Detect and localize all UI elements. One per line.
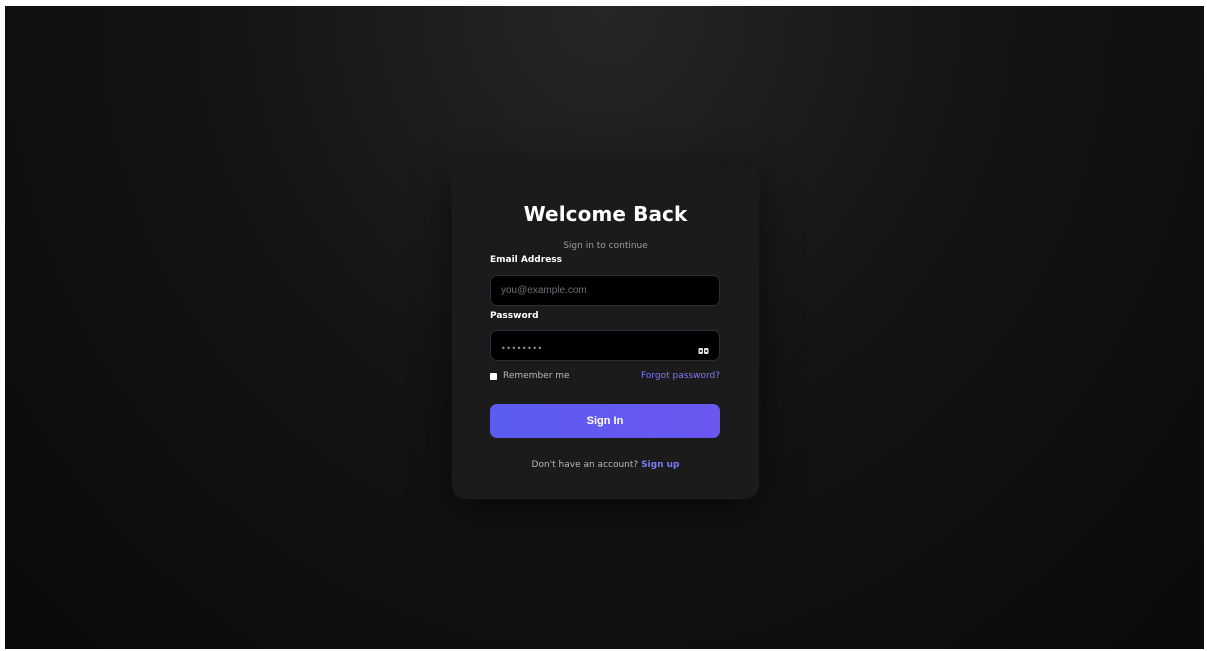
login-card: Welcome Back Sign in to continue Email A…	[452, 166, 759, 499]
page-background: Welcome Back Sign in to continue Email A…	[5, 6, 1204, 649]
password-value: ••••••••	[501, 344, 543, 353]
remember-forgot-row: Remember me Forgot password?	[490, 371, 720, 385]
signup-row: Don't have an account? Sign up	[452, 460, 759, 470]
signup-prompt: Don't have an account?	[531, 460, 642, 470]
password-label: Password	[490, 311, 539, 321]
email-field[interactable]	[490, 275, 720, 306]
remember-checkbox[interactable]	[490, 373, 497, 380]
email-label: Email Address	[490, 255, 563, 265]
page-subtitle: Sign in to continue	[563, 241, 648, 251]
eye-icon[interactable]	[698, 347, 709, 355]
sign-in-button[interactable]: Sign In	[490, 404, 720, 438]
sign-up-link[interactable]: Sign up	[641, 460, 679, 470]
page-title: Welcome Back	[523, 202, 688, 226]
forgot-password-link[interactable]: Forgot password?	[641, 371, 720, 381]
remember-label[interactable]: Remember me	[503, 371, 570, 381]
